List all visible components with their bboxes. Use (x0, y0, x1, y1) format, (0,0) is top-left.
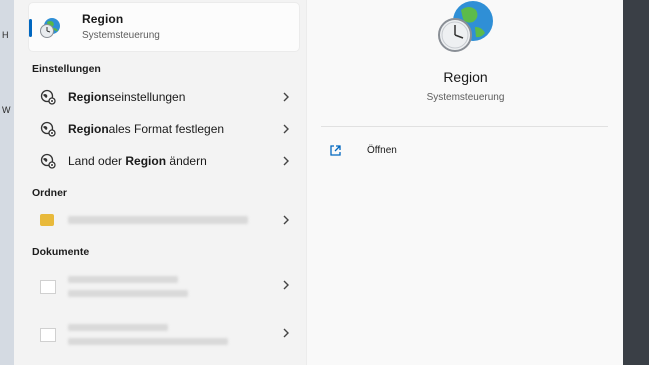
region-settings-icon (40, 89, 56, 105)
divider (321, 126, 608, 127)
settings-item-label: Land oder Region ändern (68, 154, 207, 168)
chevron-right-icon (283, 328, 289, 338)
redacted-text (68, 290, 188, 297)
region-settings-icon (40, 153, 56, 169)
details-subtitle: Systemsteuerung (426, 92, 505, 103)
open-external-icon (330, 145, 341, 156)
settings-item-region-settings[interactable]: Regionseinstellungen (28, 82, 300, 112)
document-icon (40, 328, 56, 342)
folder-result-item[interactable] (28, 205, 300, 235)
settings-item-label: Regionseinstellungen (68, 90, 186, 104)
chevron-right-icon (283, 124, 289, 134)
section-heading-folders: Ordner (32, 187, 68, 199)
chevron-right-icon (283, 215, 289, 225)
chevron-right-icon (283, 92, 289, 102)
redacted-text (68, 216, 248, 224)
best-match-title: Region (82, 12, 124, 26)
background-letter: H (2, 30, 9, 40)
settings-item-change-region[interactable]: Land oder Region ändern (28, 146, 300, 176)
globe-clock-icon (40, 18, 60, 38)
background-desktop-right (623, 0, 649, 365)
redacted-text (68, 338, 228, 345)
selection-indicator (29, 19, 32, 37)
folder-icon (40, 214, 54, 226)
results-list: Region Systemsteuerung Einstellungen Reg… (14, 0, 306, 365)
background-desktop-left: H W (0, 0, 14, 365)
document-result-item[interactable] (28, 318, 300, 354)
background-letter: W (2, 105, 11, 115)
details-pane: Region Systemsteuerung Öffnen (306, 0, 623, 365)
settings-item-label: Regionales Format festlegen (68, 122, 225, 136)
chevron-right-icon (283, 280, 289, 290)
settings-item-regional-format[interactable]: Regionales Format festlegen (28, 114, 300, 144)
globe-clock-icon (438, 1, 493, 52)
best-match-subtitle: Systemsteuerung (82, 30, 160, 41)
chevron-right-icon (283, 156, 289, 166)
document-result-item[interactable] (28, 270, 300, 306)
best-match-result[interactable]: Region Systemsteuerung (28, 2, 300, 52)
redacted-text (68, 324, 168, 331)
redacted-text (68, 276, 178, 283)
search-results-panel: Region Systemsteuerung Einstellungen Reg… (14, 0, 623, 365)
region-settings-icon (40, 121, 56, 137)
details-title: Region (443, 69, 488, 85)
section-heading-documents: Dokumente (32, 246, 90, 258)
open-action[interactable]: Öffnen (329, 142, 529, 160)
section-heading-settings: Einstellungen (32, 63, 101, 75)
open-action-label: Öffnen (367, 145, 397, 156)
document-icon (40, 280, 56, 294)
